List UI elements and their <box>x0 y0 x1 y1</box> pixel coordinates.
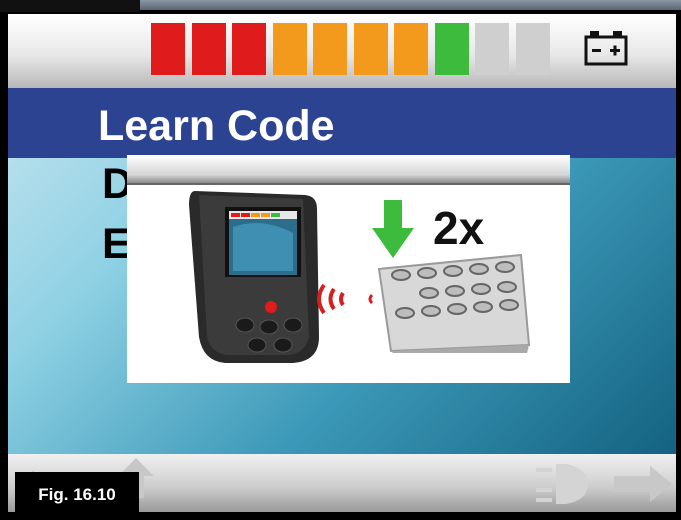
battery-segment <box>475 23 509 75</box>
learn-code-popup: 2x <box>127 155 570 383</box>
top-tab <box>0 0 140 12</box>
joystick-icon <box>189 191 319 363</box>
battery-segment <box>151 23 185 75</box>
headlight-icon[interactable] <box>534 462 590 506</box>
battery-icon <box>584 31 628 66</box>
popup-header <box>127 155 570 185</box>
battery-segment <box>434 23 469 75</box>
battery-segment <box>353 23 388 75</box>
status-bar <box>8 14 676 88</box>
press-count-label: 2x <box>433 202 485 254</box>
battery-segment <box>272 23 307 75</box>
device-screen: Learn Code D E 2x Fig. 16.10 <box>0 0 681 520</box>
battery-segment <box>515 23 550 75</box>
battery-segment <box>232 23 266 75</box>
battery-segment <box>394 23 428 75</box>
keypad-icon <box>377 253 531 353</box>
menu-title: Learn Code <box>98 102 335 150</box>
top-strip <box>140 0 681 10</box>
press-down-icon <box>372 200 414 258</box>
battery-segment <box>313 23 347 75</box>
forward-arrow-icon[interactable] <box>614 466 672 502</box>
signal-icon <box>317 283 374 315</box>
figure-label: Fig. 16.10 <box>15 472 139 518</box>
battery-segment <box>191 23 226 75</box>
